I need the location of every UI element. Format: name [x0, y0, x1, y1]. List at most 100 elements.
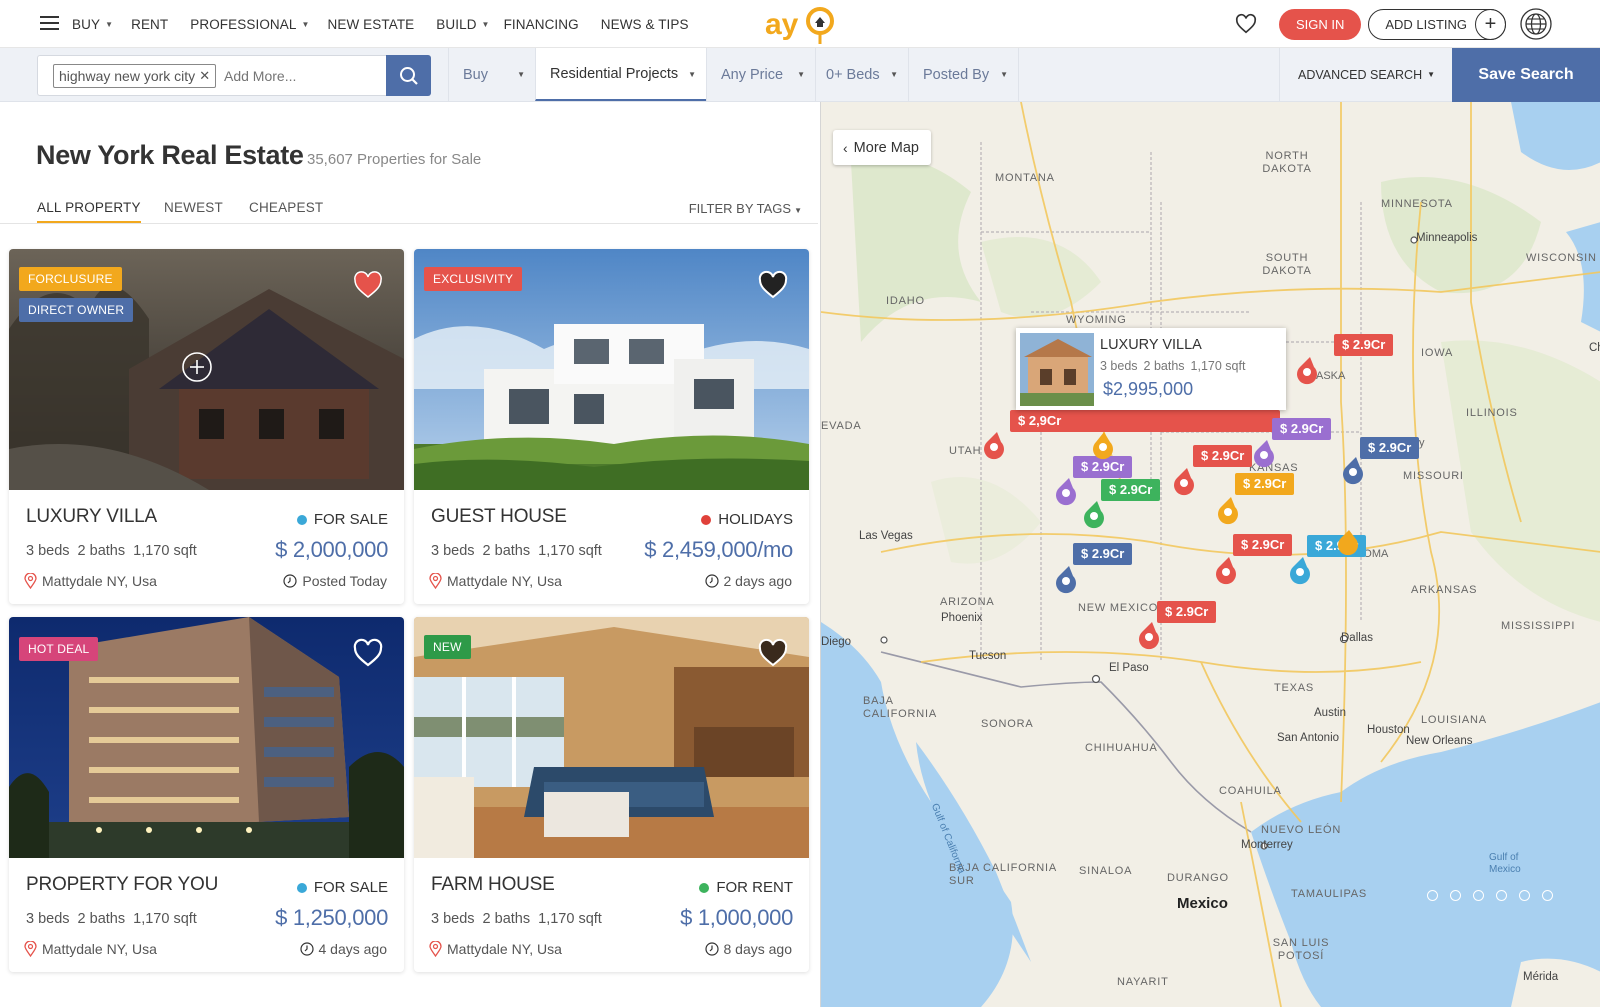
- map-price-tag[interactable]: $ 2.9Cr: [1334, 334, 1394, 356]
- map-price-tag[interactable]: $ 2.9Cr: [1233, 534, 1293, 556]
- add-listing-button[interactable]: ADD LISTING +: [1368, 8, 1506, 40]
- search-button[interactable]: [386, 55, 431, 96]
- add-circle-icon[interactable]: [181, 351, 213, 383]
- property-title[interactable]: PROPERTY FOR YOU: [26, 874, 218, 896]
- favorites-heart-icon[interactable]: [1235, 13, 1257, 35]
- location-pin-icon: [429, 573, 442, 589]
- sqft: 1,170 sqft: [133, 911, 197, 927]
- property-location: Mattydale NY, Usa: [429, 573, 562, 589]
- filter-posted-by-dropdown[interactable]: Posted By ▼: [908, 48, 1019, 101]
- menu-icon[interactable]: [40, 16, 59, 31]
- nav-label: BUILD: [436, 16, 477, 32]
- map-price-tag[interactable]: $ 2.9Cr: [1360, 437, 1420, 459]
- filter-buy-dropdown[interactable]: Buy ▼: [448, 48, 535, 101]
- sqft: 1,170 sqft: [538, 543, 602, 559]
- pagination-dot[interactable]: [1542, 890, 1553, 901]
- nav-professional[interactable]: PROFESSIONAL ▼: [190, 17, 309, 32]
- clock-icon: [283, 574, 298, 588]
- map-listing-popup[interactable]: LUXURY VILLA 3 beds 2 baths 1,170 sqft $2,…: [1016, 328, 1286, 410]
- nav-financing[interactable]: FINANCING: [504, 17, 579, 32]
- map-price-tag[interactable]: $ 2,9Cr: [1010, 410, 1280, 432]
- location-label: Mattydale NY, Usa: [42, 941, 157, 957]
- property-card[interactable]: HOT DEAL PROPERTY FOR YOU FOR SALE 3 bed…: [9, 617, 404, 972]
- map-price-tag[interactable]: $ 2.9Cr: [1157, 601, 1217, 623]
- favorite-heart-icon[interactable]: [352, 637, 384, 669]
- advanced-search-dropdown[interactable]: ADVANCED SEARCH ▼: [1279, 48, 1452, 101]
- property-card[interactable]: EXCLUSIVITY GUEST HOUSE HOLIDAYS 3 beds 2…: [414, 249, 809, 604]
- map-country-label: Mexico: [1177, 895, 1228, 912]
- filter-beds-dropdown[interactable]: 0+ Beds ▼: [815, 48, 908, 101]
- beds: 3 beds: [431, 543, 475, 559]
- save-search-button[interactable]: Save Search: [1452, 48, 1600, 102]
- property-card[interactable]: NEW FARM HOUSE FOR RENT 3 beds 2 baths 1,1…: [414, 617, 809, 972]
- property-photo[interactable]: [414, 617, 809, 858]
- close-icon[interactable]: ✕: [199, 65, 210, 87]
- caret-down-icon: ▼: [890, 70, 898, 79]
- map-city-label: El Paso: [1109, 662, 1149, 674]
- sign-in-button[interactable]: SIGN IN: [1278, 8, 1362, 40]
- map-city-label: Dallas: [1341, 632, 1373, 644]
- property-title[interactable]: GUEST HOUSE: [431, 506, 567, 528]
- nav-news-tips[interactable]: NEWS & TIPS: [601, 17, 689, 32]
- property-specs: 3 beds 2 baths 1,170 sqft: [26, 543, 205, 559]
- globe-language-icon[interactable]: [1520, 8, 1552, 40]
- property-price: $ 1,000,000: [680, 905, 793, 930]
- map-price-tag[interactable]: $ 2.9Cr: [1272, 418, 1332, 440]
- baths: 2 baths: [482, 911, 531, 927]
- chevron-left-icon: ‹: [843, 139, 848, 156]
- map-region-label: WISCONSIN: [1526, 252, 1597, 264]
- nav-build[interactable]: BUILD ▼: [436, 17, 489, 32]
- nav-label: PROFESSIONAL: [190, 16, 297, 32]
- map-view[interactable]: ‹ More Map NORTH DAKOTA MONTANA MINNESOTA…: [820, 102, 1600, 1007]
- filter-label: Posted By: [923, 66, 990, 83]
- popup-thumbnail[interactable]: [1020, 333, 1094, 406]
- filter-by-tags-dropdown[interactable]: FILTER BY TAGS ▼: [689, 201, 802, 216]
- map-price-tag[interactable]: $ 2.9Cr: [1307, 535, 1367, 557]
- caret-down-icon: ▼: [105, 19, 114, 29]
- favorite-heart-icon[interactable]: [757, 269, 789, 301]
- nav-rent[interactable]: RENT: [131, 17, 168, 32]
- sqft: 1,170 sqft: [133, 543, 197, 559]
- page-title: New York Real Estate: [36, 140, 304, 170]
- property-title[interactable]: LUXURY VILLA: [26, 506, 157, 528]
- nav-new-estate[interactable]: NEW ESTATE: [328, 17, 415, 32]
- map-price-tag[interactable]: $ 2.9Cr: [1101, 479, 1161, 501]
- pagination-dot[interactable]: [1473, 890, 1484, 901]
- popup-title[interactable]: LUXURY VILLA: [1100, 337, 1202, 353]
- property-card[interactable]: FORCLUSURE DIRECT OWNER LUXURY VILLA FOR…: [9, 249, 404, 604]
- clock-icon: [704, 942, 719, 956]
- map-region-label: COAHUILA: [1219, 785, 1282, 797]
- favorite-heart-icon[interactable]: [757, 637, 789, 669]
- location-pin-icon: [24, 941, 37, 957]
- status-badge: FOR SALE: [296, 511, 388, 528]
- pagination-dot[interactable]: [1450, 890, 1461, 901]
- more-map-button[interactable]: ‹ More Map: [833, 130, 931, 165]
- pagination-dot[interactable]: [1519, 890, 1530, 901]
- nav-label: NEWS & TIPS: [600, 16, 689, 32]
- nav-buy[interactable]: BUY ▼: [72, 17, 113, 32]
- caret-down-icon: ▼: [517, 70, 525, 79]
- status-label: FOR SALE: [313, 511, 388, 528]
- favorite-heart-icon[interactable]: [352, 269, 384, 301]
- tab-cheapest[interactable]: CHEAPEST: [249, 200, 323, 215]
- filter-label: 0+ Beds: [826, 66, 880, 83]
- pagination-dot[interactable]: [1496, 890, 1507, 901]
- filter-label: Residential Projects: [550, 65, 679, 82]
- property-location: Mattydale NY, Usa: [429, 941, 562, 957]
- brand-logo[interactable]: ay: [765, 4, 837, 46]
- pagination-dot[interactable]: [1427, 890, 1438, 901]
- search-input[interactable]: [224, 64, 374, 88]
- map-region-label: UTAH: [949, 445, 982, 457]
- svg-text:ay: ay: [765, 8, 799, 41]
- search-tag-chip[interactable]: highway new york city ✕: [53, 64, 217, 88]
- map-price-tag[interactable]: $ 2.9Cr: [1073, 543, 1133, 565]
- filter-project-dropdown[interactable]: Residential Projects ▼: [535, 48, 706, 101]
- map-price-tag[interactable]: $ 2.9Cr: [1235, 473, 1295, 495]
- tab-newest[interactable]: NEWEST: [164, 200, 223, 215]
- map-price-tag[interactable]: $ 2.9Cr: [1073, 456, 1133, 478]
- filter-price-dropdown[interactable]: Any Price ▼: [706, 48, 815, 101]
- tab-all-property[interactable]: ALL PROPERTY: [37, 200, 141, 223]
- property-title[interactable]: FARM HOUSE: [431, 874, 555, 896]
- map-region-label: SOUTH DAKOTA: [1262, 252, 1312, 277]
- map-price-tag[interactable]: $ 2.9Cr: [1193, 445, 1253, 467]
